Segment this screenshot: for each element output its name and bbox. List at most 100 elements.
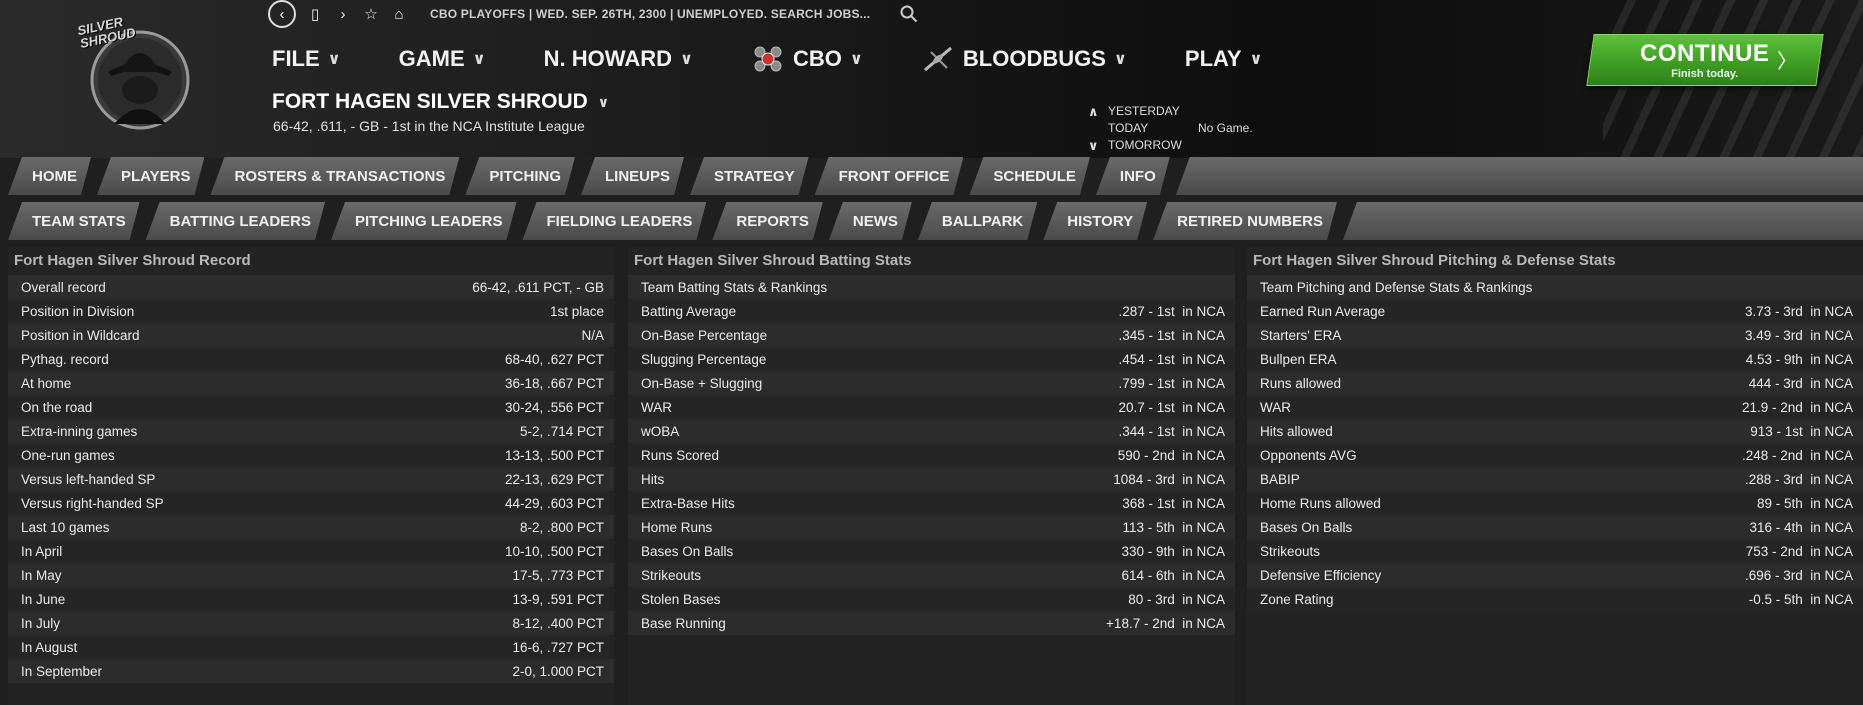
table-row[interactable]: In August 16-6, .727 PCT [8,635,614,659]
back-icon[interactable]: ‹ [268,0,296,28]
table-row[interactable]: Earned Run Average 3.73 - 3rd in NCA [1247,299,1863,323]
table-row[interactable]: One-run games 13-13, .500 PCT [8,443,614,467]
table-row[interactable]: Home Runs allowed 89 - 5th in NCA [1247,491,1863,515]
table-row[interactable]: Home Runs 113 - 5th in NCA [628,515,1235,539]
table-row[interactable]: Versus right-handed SP 44-29, .603 PCT [8,491,614,515]
tab-pitching-leaders[interactable]: PITCHING LEADERS [331,202,517,240]
table-row[interactable]: Hits allowed 913 - 1st in NCA [1247,419,1863,443]
tab-retired-numbers[interactable]: RETIRED NUMBERS [1153,202,1337,240]
tab-strategy[interactable]: STRATEGY [690,157,809,195]
continue-button[interactable]: CONTINUE Finish today. 〉 [1586,34,1824,86]
table-row[interactable]: On the road 30-24, .556 PCT [8,395,614,419]
table-header-row: Team Pitching and Defense Stats & Rankin… [1247,275,1863,299]
stat-value: 89 - 5th in NCA [1756,495,1853,511]
table-row[interactable]: Base Running +18.7 - 2nd in NCA [628,611,1235,635]
tab-team-stats[interactable]: TEAM STATS [8,202,140,240]
forward-icon[interactable]: › [334,6,352,23]
table-row[interactable]: WAR 21.9 - 2nd in NCA [1247,395,1863,419]
table-row[interactable]: On-Base + Slugging .799 - 1st in NCA [628,371,1235,395]
stat-label: BABIP [1260,471,1300,487]
table-row[interactable]: In July 8-12, .400 PCT [8,611,614,635]
table-row[interactable]: Batting Average .287 - 1st in NCA [628,299,1235,323]
table-row[interactable]: Bases On Balls 316 - 4th in NCA [1247,515,1863,539]
table-row[interactable]: Zone Rating -0.5 - 5th in NCA [1247,587,1863,611]
tab-ballpark[interactable]: BALLPARK [918,202,1037,240]
chevron-down-icon[interactable]: ∨ [1088,137,1108,154]
continue-sublabel: Finish today. [1671,68,1739,80]
menu-file[interactable]: FILE ∨ [272,46,341,72]
table-row[interactable]: In September 2-0, 1.000 PCT [8,659,614,683]
table-row[interactable]: Bases On Balls 330 - 9th in NCA [628,539,1235,563]
menu-team[interactable]: BLOODBUGS ∨ [921,44,1127,74]
table-row[interactable]: Last 10 games 8-2, .800 PCT [8,515,614,539]
stat-value: N/A [581,327,604,343]
day-navigation: ∧ YESTERDAY TODAY No Game. ∨ TOMORROW [1088,103,1253,154]
table-row[interactable]: Starters' ERA 3.49 - 3rd in NCA [1247,323,1863,347]
menu-game[interactable]: GAME ∨ [399,46,486,72]
table-row[interactable]: Strikeouts 614 - 6th in NCA [628,563,1235,587]
table-row[interactable]: In April 10-10, .500 PCT [8,539,614,563]
menu-play[interactable]: PLAY ∨ [1185,46,1263,72]
team-name: FORT HAGEN SILVER SHROUD [272,90,588,113]
tab-players[interactable]: PLAYERS [97,157,204,195]
table-row[interactable]: wOBA .344 - 1st in NCA [628,419,1235,443]
table-row[interactable]: Pythag. record 68-40, .627 PCT [8,347,614,371]
table-row[interactable]: Extra-Base Hits 368 - 1st in NCA [628,491,1235,515]
tab-info[interactable]: INFO [1096,157,1170,195]
stat-label: In September [21,663,103,679]
table-row[interactable]: Position in Wildcard N/A [8,323,614,347]
table-row[interactable]: WAR 20.7 - 1st in NCA [628,395,1235,419]
table-row[interactable]: Defensive Efficiency .696 - 3rd in NCA [1247,563,1863,587]
star-icon[interactable]: ☆ [362,5,380,23]
table-row[interactable]: Opponents AVG .248 - 2nd in NCA [1247,443,1863,467]
tab-reports[interactable]: REPORTS [712,202,823,240]
stat-value: 614 - 6th in NCA [1121,567,1225,583]
header-bar: SILVER SHROUD ‹ ▯ › ☆ ⌂ CBO PLAYOFFS | W… [0,0,1863,158]
menu-manager[interactable]: N. HOWARD ∨ [544,46,693,72]
table-row[interactable]: Strikeouts 753 - 2nd in NCA [1247,539,1863,563]
tab-history[interactable]: HISTORY [1043,202,1147,240]
tomorrow-row[interactable]: ∨ TOMORROW [1088,137,1253,154]
stat-value: 13-9, .591 PCT [512,591,604,607]
status-info[interactable]: CBO PLAYOFFS | WED. SEP. 26TH, 2300 | UN… [430,7,870,21]
stat-label: Hits allowed [1260,423,1333,439]
tab-front-office[interactable]: FRONT OFFICE [815,157,964,195]
bookmark-icon[interactable]: ▯ [306,5,324,23]
home-icon[interactable]: ⌂ [390,6,408,23]
table-row[interactable]: Hits 1084 - 3rd in NCA [628,467,1235,491]
tab-schedule[interactable]: SCHEDULE [969,157,1090,195]
team-title[interactable]: FORT HAGEN SILVER SHROUD ∨ [272,90,609,114]
stat-label: At home [21,375,72,391]
table-row[interactable]: At home 36-18, .667 PCT [8,371,614,395]
table-row[interactable]: Extra-inning games 5-2, .714 PCT [8,419,614,443]
tab-fielding-leaders[interactable]: FIELDING LEADERS [523,202,707,240]
stat-value: 22-13, .629 PCT [504,471,604,487]
table-row[interactable]: Bullpen ERA 4.53 - 9th in NCA [1247,347,1863,371]
tab-lineups[interactable]: LINEUPS [581,157,684,195]
tab-rosters-transactions[interactable]: ROSTERS & TRANSACTIONS [210,157,459,195]
table-row[interactable]: Versus left-handed SP 22-13, .629 PCT [8,467,614,491]
table-row[interactable]: Stolen Bases 80 - 3rd in NCA [628,587,1235,611]
table-row[interactable]: Overall record 66-42, .611 PCT, - GB [8,275,614,299]
tab-home[interactable]: HOME [8,157,91,195]
table-row[interactable]: Runs allowed 444 - 3rd in NCA [1247,371,1863,395]
table-row[interactable]: BABIP .288 - 3rd in NCA [1247,467,1863,491]
table-header-label: Team Pitching and Defense Stats & Rankin… [1260,279,1533,295]
table-row[interactable]: On-Base Percentage .345 - 1st in NCA [628,323,1235,347]
table-row[interactable]: Slugging Percentage .454 - 1st in NCA [628,347,1235,371]
stat-label: On-Base + Slugging [641,375,763,391]
menu-league[interactable]: CBO ∨ [751,44,863,74]
chevron-up-icon[interactable]: ∧ [1088,103,1108,120]
table-row[interactable]: Position in Division 1st place [8,299,614,323]
tab-news[interactable]: NEWS [829,202,912,240]
table-row[interactable]: Runs Scored 590 - 2nd in NCA [628,443,1235,467]
primary-tab-bar: HOME PLAYERS ROSTERS & TRANSACTIONS PITC… [8,157,1863,195]
stat-label: WAR [641,399,672,415]
yesterday-row[interactable]: ∧ YESTERDAY [1088,103,1253,120]
stat-value: 316 - 4th in NCA [1749,519,1853,535]
search-icon[interactable] [900,5,918,23]
tab-pitching[interactable]: PITCHING [465,157,575,195]
table-row[interactable]: In May 17-5, .773 PCT [8,563,614,587]
table-row[interactable]: In June 13-9, .591 PCT [8,587,614,611]
tab-batting-leaders[interactable]: BATTING LEADERS [146,202,325,240]
